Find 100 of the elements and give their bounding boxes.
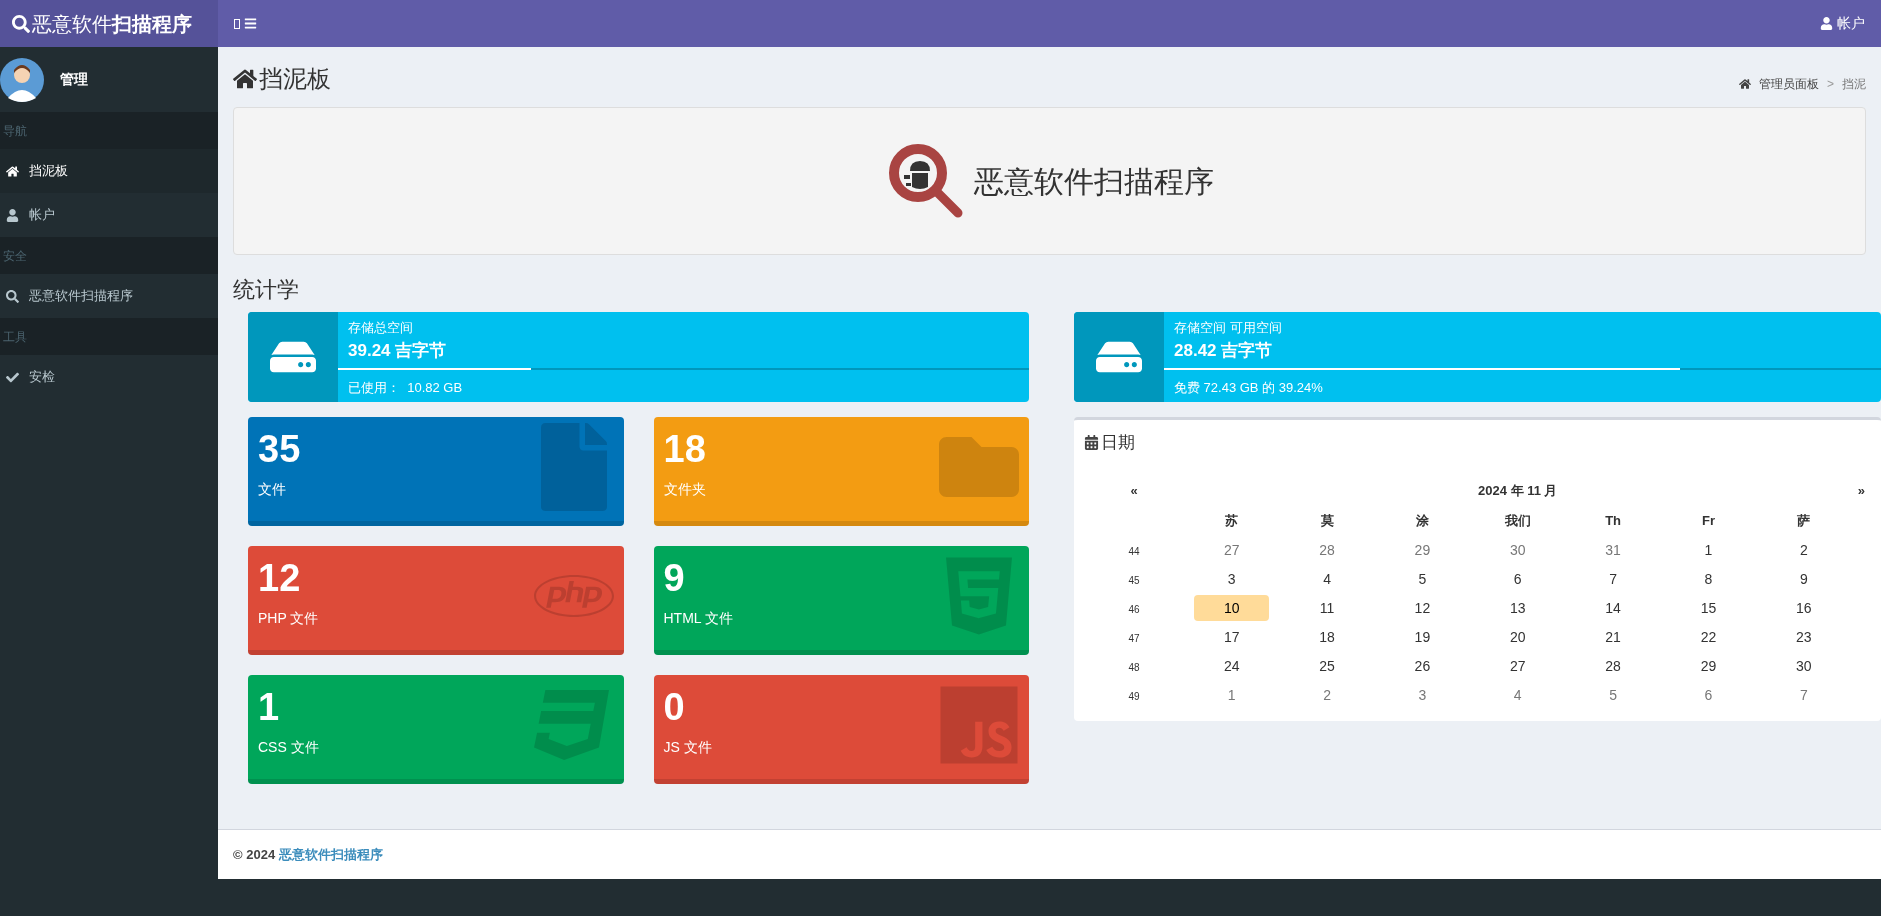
storage-value: 39.24 吉字节: [348, 339, 448, 362]
search-icon: [12, 14, 30, 33]
calendar-day[interactable]: 12: [1384, 595, 1461, 621]
next-month-button[interactable]: »: [1857, 480, 1865, 501]
calendar-day[interactable]: 6: [1670, 682, 1747, 708]
home-icon: [1739, 78, 1751, 90]
calendar-day[interactable]: 27: [1194, 537, 1270, 563]
calendar-day[interactable]: 10: [1194, 595, 1270, 621]
stat-label: 文件夹: [663, 480, 706, 499]
week-number: 46: [1128, 603, 1140, 615]
calendar-day[interactable]: 5: [1384, 566, 1461, 592]
calendar-day[interactable]: 30: [1766, 653, 1842, 679]
calendar-day[interactable]: 2: [1289, 682, 1365, 708]
week-number: 45: [1128, 574, 1140, 586]
week-number: 47: [1128, 632, 1140, 644]
calendar-day[interactable]: 8: [1670, 566, 1747, 592]
weekday-label: 我们: [1504, 512, 1531, 528]
calendar-day[interactable]: 7: [1766, 682, 1842, 708]
calendar-day[interactable]: 9: [1766, 566, 1842, 592]
banner-title: 恶意软件扫描程序: [973, 163, 1214, 200]
sidebar-toggle-button[interactable]: [234, 17, 257, 30]
weekday-label: Th: [1605, 512, 1622, 528]
sidebar-item[interactable]: 挡泥板: [0, 149, 218, 193]
weekday-label: 莫: [1320, 512, 1334, 528]
sidebar-section-header: 安全: [3, 247, 27, 265]
calendar-day[interactable]: 25: [1289, 653, 1365, 679]
calendar-day[interactable]: 21: [1575, 624, 1651, 650]
calendar-day[interactable]: 24: [1194, 653, 1270, 679]
calendar-day[interactable]: 5: [1575, 682, 1651, 708]
stat-label: PHP 文件: [258, 609, 319, 628]
home-icon: [6, 164, 19, 178]
stat-count: 18: [663, 427, 706, 472]
copyright-text: © 2024: [233, 845, 276, 864]
calendar-day[interactable]: 30: [1480, 537, 1556, 563]
section-title: 统计学: [232, 276, 300, 304]
footer-link[interactable]: 恶意软件扫描程序: [279, 844, 384, 865]
calendar-day[interactable]: 1: [1670, 537, 1747, 563]
calendar-day[interactable]: 7: [1575, 566, 1651, 592]
sidebar-section-header: 导航: [3, 122, 27, 140]
stat-label: 文件: [258, 480, 286, 499]
calendar-day[interactable]: 16: [1766, 595, 1842, 621]
previous-month-button[interactable]: «: [1130, 480, 1138, 501]
stat-count: 0: [663, 685, 685, 730]
calendar-day[interactable]: 29: [1384, 537, 1461, 563]
sidebar-section-header: 工具: [3, 328, 27, 346]
calendar-day[interactable]: 18: [1289, 624, 1365, 650]
calendar-day[interactable]: 19: [1384, 624, 1461, 650]
stat-count: 9: [663, 556, 685, 601]
brand-logo[interactable]: 恶意软件扫描程序: [0, 0, 218, 47]
calendar-day[interactable]: 2: [1766, 537, 1842, 563]
breadcrumb-separator: >: [1827, 76, 1834, 93]
calendar-day[interactable]: 3: [1194, 566, 1270, 592]
calendar-day[interactable]: 15: [1670, 595, 1747, 621]
weekday-label: Fr: [1701, 512, 1715, 528]
storage-label: 存储空间 可用空间: [1174, 319, 1283, 337]
account-menu-button[interactable]: 帐户: [1820, 13, 1865, 34]
calendar-day[interactable]: 28: [1575, 653, 1651, 679]
month-title[interactable]: 2024 年 11 月: [1478, 480, 1558, 501]
stat-count: 1: [258, 685, 280, 730]
storage-note: 免费 72.43 GB 的 39.24%: [1174, 379, 1324, 397]
calendar-title: 日期: [1101, 432, 1135, 454]
week-number: 44: [1128, 545, 1140, 557]
user-name: 管理: [60, 70, 88, 89]
calendar-day[interactable]: 22: [1670, 624, 1747, 650]
calendar-day[interactable]: 6: [1480, 566, 1556, 592]
user-icon: [1820, 17, 1833, 30]
calendar-day[interactable]: 29: [1670, 653, 1747, 679]
stat-label: HTML 文件: [663, 609, 733, 628]
calendar-day[interactable]: 20: [1480, 624, 1556, 650]
storage-note: 已使用： 10.82 GB: [348, 379, 464, 397]
week-number: 49: [1128, 690, 1140, 702]
calendar-day[interactable]: 27: [1480, 653, 1556, 679]
calendar-day[interactable]: 31: [1575, 537, 1651, 563]
page-title: 挡泥板: [259, 64, 331, 94]
calendar-day[interactable]: 23: [1766, 624, 1842, 650]
stat-label: JS 文件: [663, 738, 712, 757]
calendar-day[interactable]: 14: [1575, 595, 1651, 621]
breadcrumb-link[interactable]: 管理员面板: [1759, 75, 1819, 93]
menu-icon: [244, 17, 257, 30]
weekday-label: 萨: [1797, 512, 1811, 528]
weekday-label: 涂: [1415, 512, 1429, 528]
stat-label: CSS 文件: [258, 738, 319, 757]
search-icon: [6, 289, 19, 303]
week-number: 48: [1128, 661, 1140, 673]
calendar-day[interactable]: 13: [1480, 595, 1556, 621]
calendar-day[interactable]: 3: [1384, 682, 1461, 708]
avatar-icon: [0, 57, 44, 102]
breadcrumb-link[interactable]: 挡泥: [1842, 75, 1866, 93]
weekday-label: 苏: [1225, 512, 1239, 528]
calendar-day[interactable]: 4: [1480, 682, 1556, 708]
calendar-day[interactable]: 17: [1194, 624, 1270, 650]
calendar-day[interactable]: 1: [1194, 682, 1270, 708]
stat-count: 35: [258, 427, 301, 472]
storage-label: 存储总空间: [348, 319, 414, 337]
calendar-day[interactable]: 26: [1384, 653, 1461, 679]
calendar-day[interactable]: 11: [1289, 595, 1365, 621]
calendar-day[interactable]: 4: [1289, 566, 1365, 592]
calendar-day[interactable]: 28: [1289, 537, 1365, 563]
stat-count: 12: [258, 556, 301, 601]
check-icon: [6, 370, 19, 384]
